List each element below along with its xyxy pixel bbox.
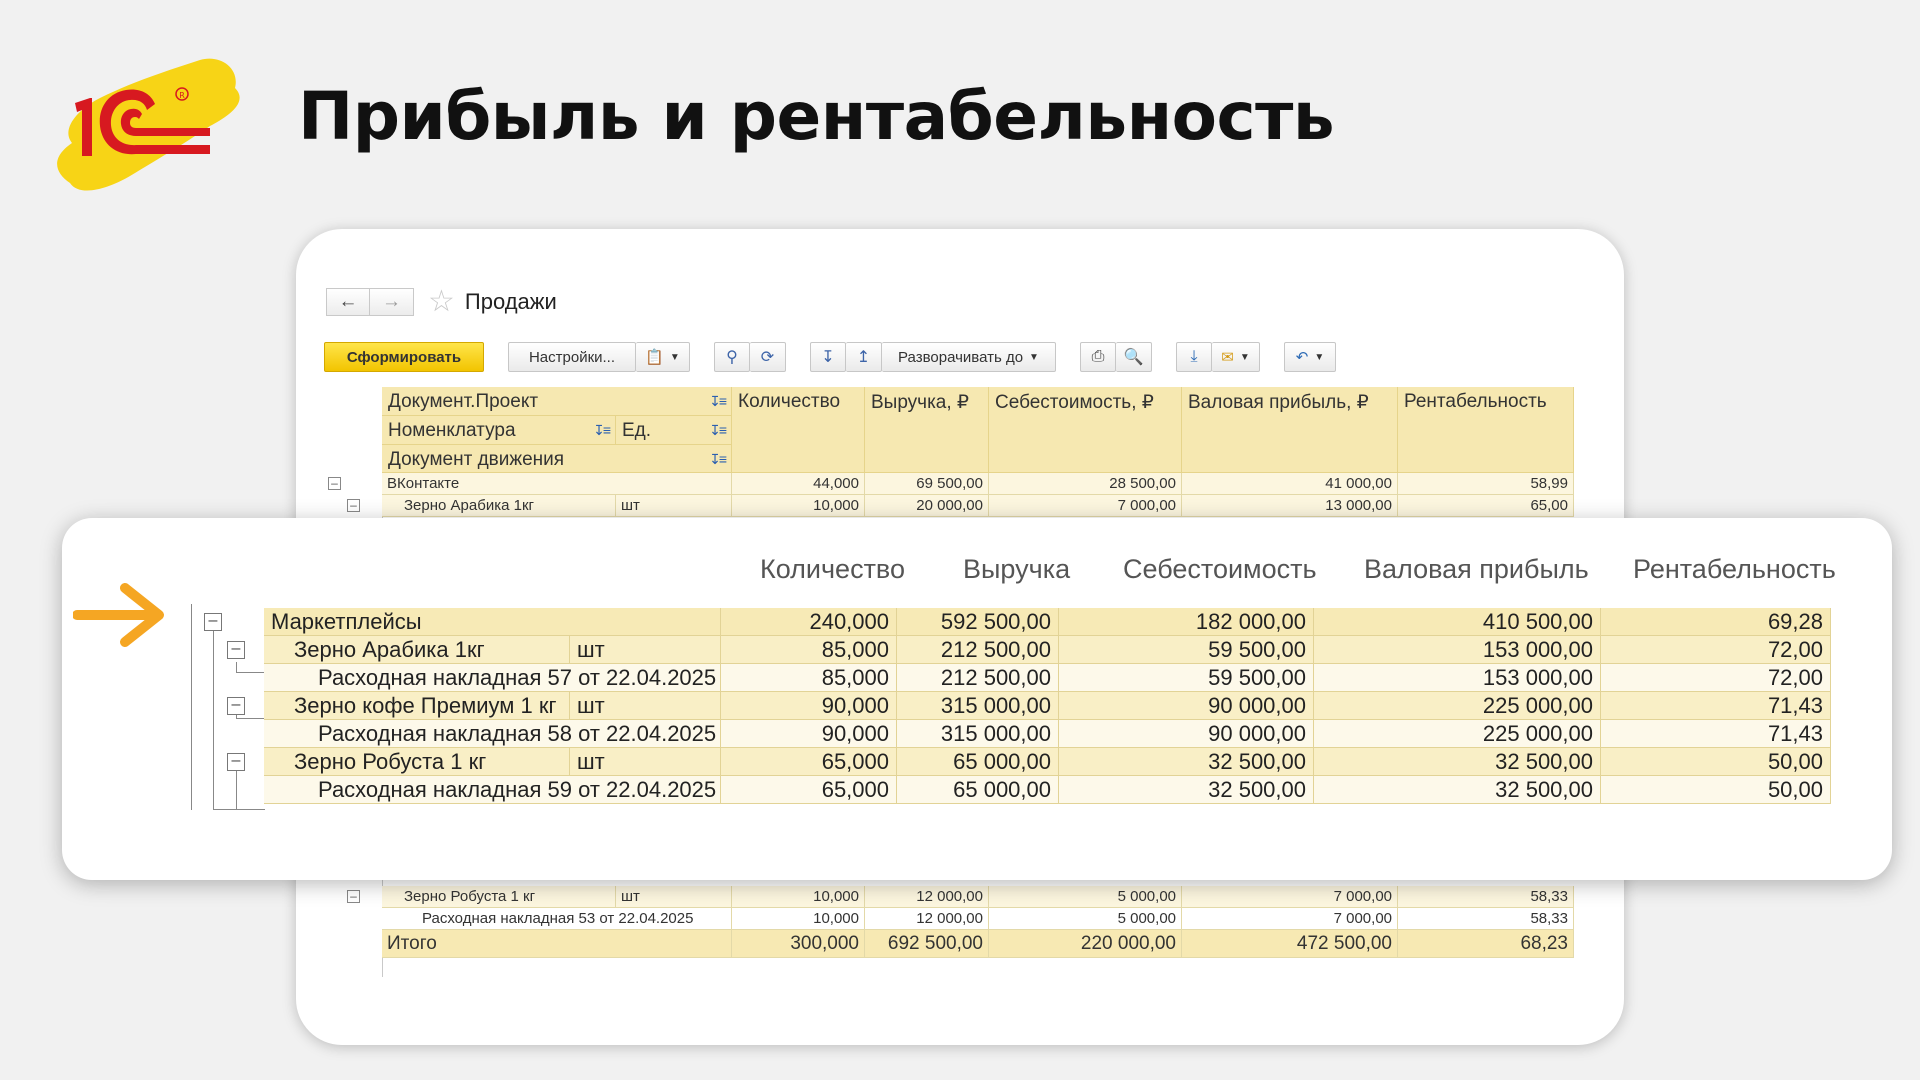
header-unit[interactable]: Ед. ↧≡ (616, 416, 732, 445)
sort-asc-icon: ↧ (821, 349, 835, 366)
header-qty[interactable]: Количество (732, 387, 865, 473)
chevron-down-icon: ▼ (1239, 351, 1250, 363)
undo-dropdown[interactable]: ↶ ▼ (1284, 342, 1336, 372)
collapse-icon[interactable]: – (347, 499, 360, 512)
table-header: Документ.Проект ↧≡ Номенклатура ↧≡ Ед. ↧≡ Д… (322, 387, 1602, 473)
collapse-icon[interactable]: – (204, 613, 222, 631)
nav-bar: ← → ☆ Продажи (326, 287, 557, 317)
table-row[interactable]: – Зерно Робуста 1 кг шт 10,000 12 000,00… (322, 886, 1602, 908)
undo-icon: ↶ (1295, 349, 1309, 366)
table-row[interactable]: – Зерно кофе Премиум 1 кг шт 90,000 315 … (191, 692, 1851, 720)
variants-dropdown[interactable]: 📋 ▼ (636, 342, 690, 372)
window-title: Продажи (464, 289, 557, 314)
mail-dropdown[interactable]: ✉ ▼ (1212, 342, 1260, 372)
print-icon: ⎙ (1091, 348, 1105, 365)
table-row[interactable]: – Зерно Робуста 1 кг шт 65,000 65 000,00… (191, 748, 1851, 776)
chevron-down-icon: ▼ (1029, 351, 1039, 363)
table-row[interactable]: Расходная накладная 58 от 22.04.2025 90,… (191, 720, 1851, 748)
zoom-panel: Количество Выручка Себестоимость Валовая… (62, 518, 1892, 880)
table-row[interactable]: Расходная накладная 59 от 22.04.2025 65,… (191, 776, 1851, 804)
header-profit[interactable]: Валовая прибыль, ₽ (1182, 387, 1398, 473)
sort-asc-button[interactable]: ↧ (810, 342, 846, 372)
collapse-icon[interactable]: – (227, 697, 245, 715)
toolbar: Сформировать Настройки... 📋 ▼ ⚲ ⟳ ↧ ↥ Раз… (324, 341, 1336, 373)
header-revenue[interactable]: Выручка, ₽ (865, 387, 989, 473)
1c-logo: R (57, 58, 240, 191)
sort-icon: ↧≡ (593, 422, 611, 438)
sort-icon: ↧≡ (709, 422, 727, 438)
star-icon[interactable]: ☆ (428, 287, 455, 317)
print-preview-button[interactable]: 🔍 (1116, 342, 1152, 372)
generate-button[interactable]: Сформировать (324, 342, 484, 372)
header-project[interactable]: Документ.Проект ↧≡ (382, 387, 732, 416)
expand-label: Разворачивать до (898, 348, 1024, 366)
arrow-right-icon: → (382, 291, 401, 312)
zoom-header-cost: Себестоимость (1123, 554, 1317, 584)
collapse-icon[interactable]: – (227, 641, 245, 659)
collapse-icon[interactable]: – (227, 753, 245, 771)
sort-icon: ↧≡ (709, 393, 727, 409)
arrow-right-icon (73, 583, 164, 647)
mail-icon: ✉ (1221, 349, 1234, 366)
svg-text:R: R (179, 91, 185, 100)
total-row: Итого 300,000 692 500,00 220 000,00 472 … (322, 930, 1602, 958)
collapse-icon[interactable]: – (328, 477, 341, 490)
table-row[interactable]: – Зерно Арабика 1кг шт 10,000 20 000,00 … (322, 495, 1602, 517)
search-clear-icon: ⟳ (760, 349, 775, 366)
zoom-header-margin: Рентабельность (1633, 554, 1836, 584)
search-clear-button[interactable]: ⟳ (750, 342, 786, 372)
arrow-left-icon: ← (338, 291, 358, 312)
print-button[interactable]: ⎙ (1080, 342, 1116, 372)
forward-button[interactable]: → (370, 288, 414, 316)
search-icon: ⚲ (726, 349, 738, 366)
header-movement-doc[interactable]: Документ движения ↧≡ (382, 445, 732, 473)
slide-title: Прибыль и рентабельность (298, 78, 1335, 155)
chevron-down-icon: ▼ (1314, 351, 1325, 363)
header-cost[interactable]: Себестоимость, ₽ (989, 387, 1182, 473)
zoom-header-revenue: Выручка (963, 554, 1071, 584)
settings-button[interactable]: Настройки... (508, 342, 636, 372)
chevron-down-icon: ▼ (669, 351, 680, 363)
collapse-icon[interactable]: – (347, 890, 360, 903)
sort-desc-button[interactable]: ↥ (846, 342, 882, 372)
header-nomenclature[interactable]: Номенклатура ↧≡ (382, 416, 616, 445)
table-row[interactable]: Расходная накладная 53 от 22.04.2025 10,… (322, 908, 1602, 930)
table-row[interactable]: – ВКонтакте 44,000 69 500,00 28 500,00 4… (322, 473, 1602, 495)
sort-desc-icon: ↥ (856, 349, 871, 366)
sort-icon: ↧≡ (709, 451, 727, 467)
table-row[interactable]: – Маркетплейсы 240,000 592 500,00 182 00… (191, 608, 1851, 636)
expand-to-dropdown[interactable]: Разворачивать до ▼ (882, 342, 1056, 372)
back-button[interactable]: ← (326, 288, 370, 316)
table-row[interactable]: – Зерно Арабика 1кг шт 85,000 212 500,00… (191, 636, 1851, 664)
download-icon: ⤓ (1190, 348, 1198, 365)
print-preview-icon: 🔍 (1123, 349, 1144, 366)
search-button[interactable]: ⚲ (714, 342, 750, 372)
variants-icon: 📋 (645, 349, 664, 366)
download-button[interactable]: ⤓ (1176, 342, 1212, 372)
header-margin[interactable]: Рентабельность (1398, 387, 1574, 473)
zoom-header-qty: Количество (760, 554, 905, 584)
zoom-header-profit: Валовая прибыль (1364, 554, 1589, 584)
table-row[interactable]: Расходная накладная 57 от 22.04.2025 85,… (191, 664, 1851, 692)
